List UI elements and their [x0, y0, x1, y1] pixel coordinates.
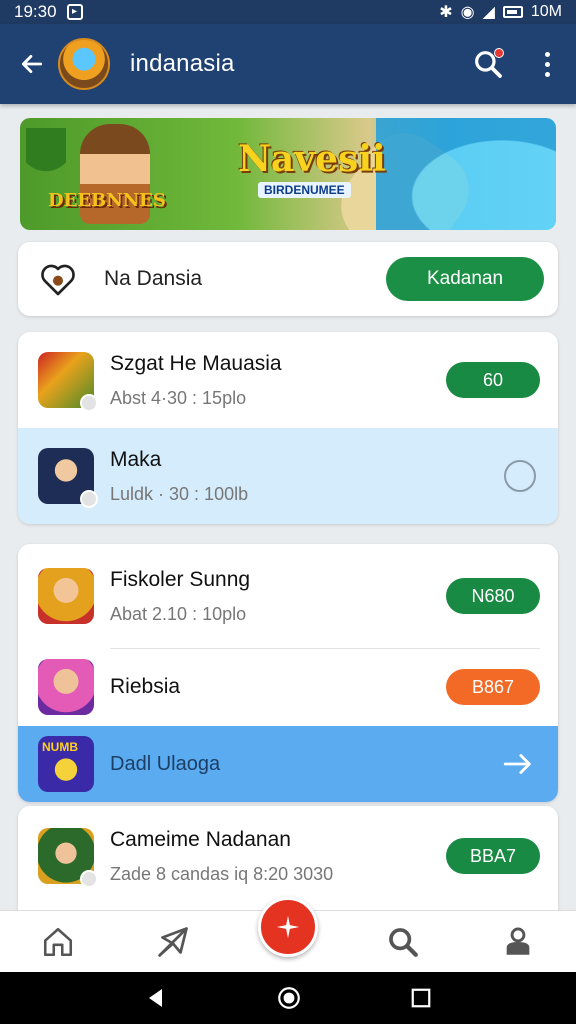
item-subtitle: Zade 8 candas iq 8:20 3030	[110, 863, 334, 884]
list-item-selected[interactable]: Maka Luldk · 30 : 100lb	[18, 428, 558, 524]
item-title: Dadl Ulaoga	[110, 752, 221, 775]
battery-icon	[502, 6, 523, 18]
item-title: Cameime Nadanan	[110, 827, 291, 851]
banner-title: Navesii	[238, 138, 386, 180]
nav-home[interactable]	[28, 917, 88, 967]
game-thumbnail	[38, 659, 94, 715]
thumbnail-text: NUMB	[42, 740, 78, 754]
list-item[interactable]: Szgat He Mauasia Abst 4·30 : 15plo 60	[18, 332, 558, 428]
app-bar: indanasia	[0, 24, 576, 104]
list-group: Szgat He Mauasia Abst 4·30 : 15plo 60 Ma…	[18, 332, 558, 524]
add-fab-button[interactable]	[258, 897, 318, 957]
app-title: indanasia	[130, 50, 235, 77]
arrow-right-icon	[503, 754, 531, 774]
forward-button[interactable]	[500, 746, 536, 782]
nav-explore[interactable]	[143, 917, 203, 967]
wifi-icon: ◉	[460, 4, 475, 21]
game-thumbnail	[38, 352, 98, 412]
add-icon	[276, 915, 300, 939]
overflow-menu-button[interactable]	[532, 44, 562, 84]
verified-badge-icon	[80, 394, 98, 412]
radio-button[interactable]	[504, 460, 536, 492]
game-thumbnail: NUMB	[38, 736, 94, 792]
dot-icon	[544, 51, 550, 57]
game-thumbnail	[38, 568, 94, 624]
search-icon	[389, 927, 419, 957]
nav-profile[interactable]	[488, 917, 548, 967]
system-home-icon[interactable]	[276, 985, 302, 1011]
system-recents-icon[interactable]	[410, 987, 432, 1009]
list-item[interactable]: Cameime Nadanan Zade 8 candas iq 8:20 30…	[18, 806, 558, 906]
arrow-left-icon	[21, 55, 43, 73]
back-button[interactable]	[14, 46, 50, 82]
status-icons: ✱ ◉ ◢ 10M	[439, 2, 562, 22]
item-title: Szgat He Mauasia	[110, 351, 282, 375]
heart-icon	[36, 257, 80, 301]
plane-icon	[157, 926, 188, 957]
item-subtitle: Abst 4·30 : 15plo	[110, 387, 247, 408]
status-data-text: 10M	[530, 3, 562, 20]
header-card: Na Dansia Kadanan	[18, 242, 558, 316]
banner-subtitle: BIRDENUMEE	[258, 182, 351, 198]
item-badge-button[interactable]: B867	[446, 669, 540, 705]
header-action-button[interactable]: Kadanan	[386, 257, 544, 301]
system-back-icon[interactable]	[144, 986, 168, 1010]
item-title: Maka	[110, 447, 162, 471]
list-item-highlighted[interactable]: NUMB Dadl Ulaoga	[18, 726, 558, 802]
item-subtitle: Abat 2.10 : 10plo	[110, 603, 247, 624]
verified-badge-icon	[80, 490, 98, 508]
list-group: Fiskoler Sunng Abat 2.10 : 10plo N680 Ri…	[18, 544, 558, 802]
item-badge-button[interactable]: BBA7	[446, 838, 540, 874]
notification-dot	[494, 48, 504, 58]
promo-banner[interactable]: DEEBNNES Navesii BIRDENUMEE	[20, 118, 556, 230]
list-item[interactable]: Riebsia B867	[18, 648, 558, 726]
notification-icon: ▸	[66, 4, 83, 20]
status-bar: 19:30 ▸ ✱ ◉ ◢ 10M	[0, 0, 576, 24]
item-subtitle: Luldk · 30 : 100lb	[110, 483, 249, 504]
game-thumbnail	[38, 448, 98, 508]
item-title: Fiskoler Sunng	[110, 567, 251, 591]
banner-tag: DEEBNNES	[48, 190, 166, 211]
search-button[interactable]	[468, 44, 508, 84]
home-icon	[43, 927, 72, 956]
profile-icon	[507, 927, 530, 955]
verified-badge-icon	[80, 870, 98, 888]
game-thumbnail	[38, 828, 98, 888]
dot-icon	[544, 61, 550, 67]
dot-icon	[544, 71, 550, 77]
header-label: Na Dansia	[104, 267, 203, 290]
system-navigation-bar	[0, 972, 576, 1024]
app-logo	[58, 38, 110, 90]
item-badge-button[interactable]: N680	[446, 578, 540, 614]
bluetooth-icon: ✱	[439, 4, 453, 21]
item-badge-button[interactable]: 60	[446, 362, 540, 398]
nav-search[interactable]	[373, 917, 433, 967]
signal-icon: ◢	[482, 4, 495, 21]
status-time: 19:30	[14, 2, 57, 21]
list-item[interactable]: Fiskoler Sunng Abat 2.10 : 10plo N680	[18, 544, 558, 648]
item-title: Riebsia	[110, 675, 181, 698]
